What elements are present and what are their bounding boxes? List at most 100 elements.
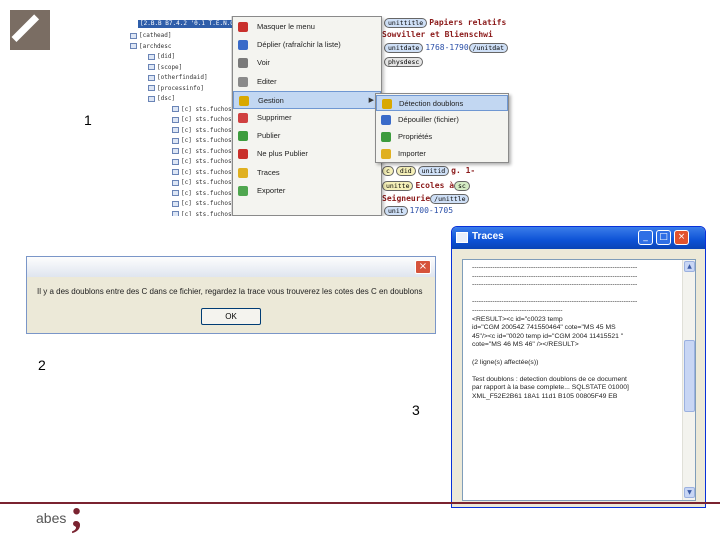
xml-row[interactable]: physdesc xyxy=(384,57,425,67)
tree-item[interactable]: [c] sts.fuchos xyxy=(172,190,232,197)
menu-item[interactable]: Déplier (rafraîchir la liste) xyxy=(233,36,381,54)
xml-row[interactable]: unitdate 1768-1790/unitdat xyxy=(384,43,510,53)
close-red-icon xyxy=(238,22,248,32)
xml-text: Sowviller et Blienschwi xyxy=(382,30,493,39)
menu-item[interactable]: Editer xyxy=(233,73,381,91)
tree-item[interactable]: [c] sts.fuchos xyxy=(172,127,232,134)
xml-row[interactable]: unitte Ecoles à sc xyxy=(382,181,472,191)
menu-item[interactable]: Traces xyxy=(233,164,381,182)
tree-item[interactable]: [c] sts.fuchos xyxy=(172,169,232,176)
submenu-item[interactable]: Importer xyxy=(376,146,508,162)
xml-text: 1768-1790 xyxy=(425,43,469,52)
tree-item[interactable]: [dsc] xyxy=(148,95,175,102)
tree-item[interactable]: [c] sts.fuchos xyxy=(172,200,232,207)
vertical-scrollbar[interactable]: ▲ ▼ xyxy=(682,260,695,500)
submenu-item-label: Importer xyxy=(398,149,426,158)
tree-header[interactable]: [2.B.B B7.4.2 '0.1 T.E.N.O.S 'tu.ch xyxy=(138,20,234,28)
xml-text: Papiers relatifs xyxy=(429,18,507,27)
tree-item[interactable]: [c] sts.fuchos xyxy=(172,116,232,123)
submenu-item[interactable]: Propriétés xyxy=(376,129,508,145)
ok-button[interactable]: OK xyxy=(201,308,261,325)
node-icon xyxy=(172,179,179,186)
node-icon xyxy=(172,211,179,216)
menu-item[interactable]: Voir xyxy=(233,54,381,72)
submenu-arrow-icon: ▶ xyxy=(368,96,374,104)
scroll-down-icon[interactable]: ▼ xyxy=(684,487,695,498)
delete-icon xyxy=(238,113,248,123)
xml-tag[interactable]: unit xyxy=(384,206,408,216)
minimize-icon[interactable]: _ xyxy=(638,230,653,245)
tree-panel: [2.B.B B7.4.2 '0.1 T.E.N.O.S 'tu.ch [cat… xyxy=(110,16,234,216)
tree-item[interactable]: [otherfindaid] xyxy=(148,74,208,81)
menu-item[interactable]: Supprimer xyxy=(233,109,381,127)
tree-item-label: [did] xyxy=(157,53,176,60)
window-titlebar[interactable]: Traces _ □ × xyxy=(452,227,705,249)
tree-item[interactable]: [c] sts.fuchos xyxy=(172,179,232,186)
xml-tag[interactable]: unitdate xyxy=(384,43,424,53)
tree-item[interactable]: [processinfo] xyxy=(148,85,204,92)
menu-item-label: Déplier (rafraîchir la liste) xyxy=(257,40,341,50)
tree-item[interactable]: [c] sts.fuchos xyxy=(172,158,232,165)
tree-item-label: [cathead] xyxy=(139,32,172,39)
tree-item[interactable]: [c] sts.fuchos xyxy=(172,106,232,113)
tree-item-label: [c] sts.fuchos xyxy=(181,137,232,144)
xml-tag[interactable]: /unittle xyxy=(430,194,470,204)
tree-item[interactable]: [c] sts.fuchos xyxy=(172,137,232,144)
submenu-item-label: Détection doublons xyxy=(399,99,464,108)
tree-item-label: [c] sts.fuchos xyxy=(181,200,232,207)
menu-item-label: Editer xyxy=(257,76,277,86)
traces-textarea[interactable]: ----------------------------------------… xyxy=(462,259,696,501)
node-icon xyxy=(148,85,155,91)
xml-row[interactable]: Sowviller et Blienschwi xyxy=(382,30,493,40)
xml-text: Ecoles à xyxy=(415,181,455,190)
close-icon[interactable]: × xyxy=(674,230,689,245)
node-icon xyxy=(172,148,179,154)
close-icon[interactable]: × xyxy=(415,260,431,274)
slide-label-1: 1 xyxy=(84,112,92,128)
xml-row[interactable]: unittitle Papiers relatifs xyxy=(384,18,506,28)
node-icon xyxy=(172,190,179,196)
xml-tag[interactable]: unitid xyxy=(417,166,450,176)
tree-item-label: [c] sts.fuchos xyxy=(181,158,232,165)
tree-item[interactable]: [scope] xyxy=(148,64,182,71)
submenu-item[interactable]: Détection doublons xyxy=(376,95,508,111)
context-menu-screenshot: [2.B.B B7.4.2 '0.1 T.E.N.O.S 'tu.ch [cat… xyxy=(110,16,520,216)
tree-item[interactable]: [archdesc xyxy=(130,43,172,50)
tree-item-label: [scope] xyxy=(157,63,183,71)
log-line: ----------------------------------------… xyxy=(472,298,638,306)
tree-item[interactable]: [c] sts.fuchos xyxy=(172,211,232,216)
xml-tag[interactable]: unitte xyxy=(382,181,414,191)
submenu-item[interactable]: Dépouiller (fichier) xyxy=(376,112,508,128)
menu-item[interactable]: Exporter xyxy=(233,182,381,200)
xml-tag[interactable]: sc xyxy=(454,181,470,191)
xml-row[interactable]: Seigneurie/unittle xyxy=(382,194,471,204)
node-icon xyxy=(148,64,155,70)
duplicates-alert-dialog: × Il y a des doublons entre des C dans c… xyxy=(26,256,436,334)
log-line: ---------------------------------------- xyxy=(472,306,563,314)
menu-item[interactable]: Publier xyxy=(233,127,381,145)
xml-tag[interactable]: c xyxy=(382,166,394,176)
xml-row[interactable]: c did unitid g. 1- xyxy=(382,166,475,176)
maximize-icon[interactable]: □ xyxy=(656,230,671,245)
tree-item[interactable]: [c] sts.fuchos xyxy=(172,148,232,155)
menu-item[interactable]: Ne plus Publier xyxy=(233,145,381,163)
scrollbar-thumb[interactable] xyxy=(684,340,695,412)
menu-item[interactable]: Gestion ▶ xyxy=(233,90,381,109)
xml-tag[interactable]: unittitle xyxy=(384,18,428,28)
log-line: <RESULT><c id="c0023 temp xyxy=(472,315,563,323)
xml-tag[interactable]: /unitdat xyxy=(468,43,508,53)
dialog-titlebar[interactable]: × xyxy=(27,257,435,277)
xml-tag[interactable]: physdesc xyxy=(384,57,424,67)
node-icon xyxy=(172,127,179,133)
menu-item-label: Traces xyxy=(257,167,280,177)
tree-item[interactable]: [did] xyxy=(148,53,175,60)
tree-item[interactable]: [cathead] xyxy=(130,32,172,39)
traces-icon xyxy=(238,167,248,178)
menu-item[interactable]: Masquer le menu xyxy=(233,18,381,36)
tree-item-label: [dsc] xyxy=(157,95,176,102)
node-icon xyxy=(172,169,179,175)
scroll-up-icon[interactable]: ▲ xyxy=(684,261,695,272)
xml-row[interactable]: unit 1700-1705 xyxy=(384,206,453,216)
xml-tag[interactable]: did xyxy=(395,166,416,176)
